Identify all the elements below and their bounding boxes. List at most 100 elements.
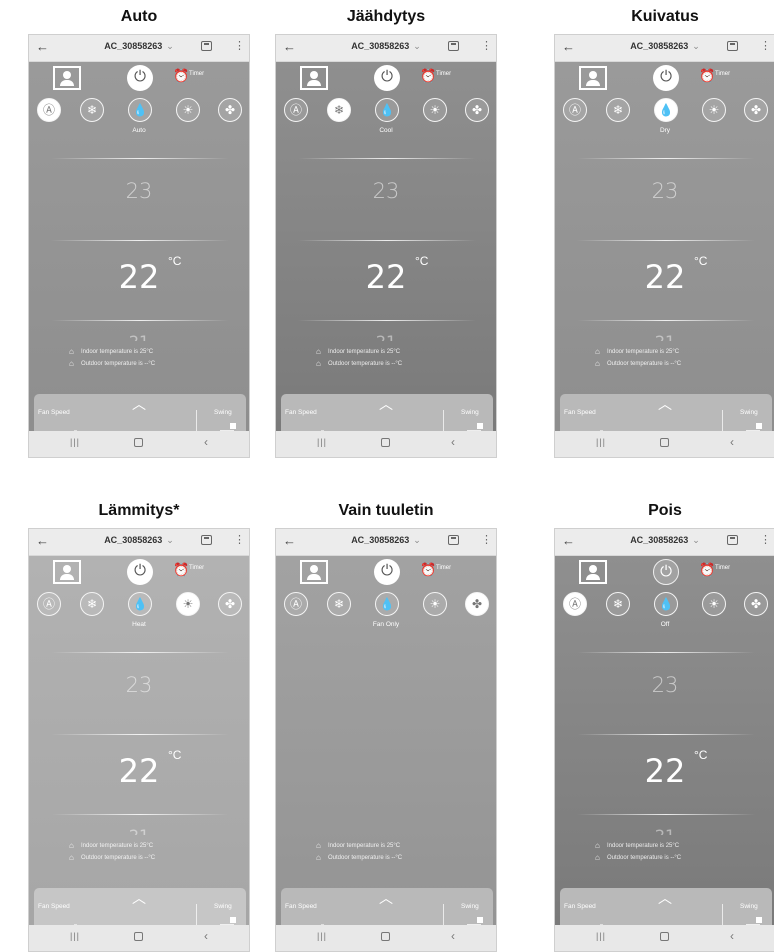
heat-sun-icon[interactable]: ☀ [423, 592, 447, 616]
more-menu-icon[interactable]: ⋮ [481, 39, 492, 52]
nav-back-icon[interactable]: ‹ [204, 435, 208, 449]
device-selector[interactable]: AC_30858263 ⌄ [29, 535, 249, 546]
dry-droplet-icon[interactable]: 💧 [654, 592, 678, 616]
auto-mode-icon[interactable]: Ⓐ [284, 592, 308, 616]
chevron-up-icon[interactable]: ︿ [658, 394, 672, 414]
dry-droplet-icon[interactable]: 💧 [375, 592, 399, 616]
auto-mode-icon[interactable]: Ⓐ [563, 98, 587, 122]
cool-snowflake-icon[interactable]: ❄ [327, 98, 351, 122]
schedule-icon[interactable] [448, 41, 459, 51]
user-profile-icon[interactable] [579, 560, 607, 584]
temp-lower[interactable]: 21 [276, 332, 496, 341]
home-icon[interactable] [381, 438, 390, 447]
more-menu-icon[interactable]: ⋮ [760, 533, 771, 546]
nav-back-icon[interactable]: ‹ [730, 929, 734, 943]
home-icon[interactable] [660, 438, 669, 447]
recent-apps-icon[interactable]: ||| [70, 437, 80, 447]
timer-label[interactable]: Timer [436, 71, 451, 77]
cool-snowflake-icon[interactable]: ❄ [327, 592, 351, 616]
fan-icon[interactable]: ✤ [218, 592, 242, 616]
heat-sun-icon[interactable]: ☀ [702, 98, 726, 122]
user-profile-icon[interactable] [300, 66, 328, 90]
recent-apps-icon[interactable]: ||| [596, 931, 606, 941]
temp-upper[interactable]: 23 [555, 673, 774, 697]
alarm-clock-icon[interactable]: ⏰ [173, 68, 189, 84]
user-profile-icon[interactable] [579, 66, 607, 90]
user-profile-icon[interactable] [300, 560, 328, 584]
chevron-up-icon[interactable]: ︿ [132, 888, 146, 908]
schedule-icon[interactable] [727, 41, 738, 51]
alarm-clock-icon[interactable]: ⏰ [420, 68, 436, 84]
heat-sun-icon[interactable]: ☀ [702, 592, 726, 616]
home-icon[interactable] [381, 932, 390, 941]
temp-lower[interactable]: 21 [29, 332, 249, 341]
fan-icon[interactable]: ✤ [744, 98, 768, 122]
more-menu-icon[interactable]: ⋮ [234, 533, 245, 546]
nav-back-icon[interactable]: ‹ [730, 435, 734, 449]
power-button[interactable]: ⏻ [127, 65, 153, 91]
timer-label[interactable]: Timer [436, 565, 451, 571]
auto-mode-icon[interactable]: Ⓐ [563, 592, 587, 616]
device-selector[interactable]: AC_30858263 ⌄ [276, 535, 496, 546]
dry-droplet-icon[interactable]: 💧 [128, 98, 152, 122]
power-button[interactable]: ⏻ [653, 65, 679, 91]
device-selector[interactable]: AC_30858263 ⌄ [555, 41, 774, 52]
nav-back-icon[interactable]: ‹ [451, 435, 455, 449]
temp-lower[interactable]: 21 [555, 826, 774, 835]
chevron-up-icon[interactable]: ︿ [379, 888, 393, 908]
fan-icon[interactable]: ✤ [218, 98, 242, 122]
auto-mode-icon[interactable]: Ⓐ [37, 592, 61, 616]
heat-sun-icon[interactable]: ☀ [176, 592, 200, 616]
dry-droplet-icon[interactable]: 💧 [375, 98, 399, 122]
chevron-up-icon[interactable]: ︿ [379, 394, 393, 414]
recent-apps-icon[interactable]: ||| [70, 931, 80, 941]
home-icon[interactable] [134, 932, 143, 941]
auto-mode-icon[interactable]: Ⓐ [37, 98, 61, 122]
auto-mode-icon[interactable]: Ⓐ [284, 98, 308, 122]
fan-icon[interactable]: ✤ [465, 592, 489, 616]
timer-label[interactable]: Timer [189, 565, 204, 571]
nav-back-icon[interactable]: ‹ [451, 929, 455, 943]
device-selector[interactable]: AC_30858263 ⌄ [555, 535, 774, 546]
temp-upper[interactable]: 23 [276, 179, 496, 203]
alarm-clock-icon[interactable]: ⏰ [699, 68, 715, 84]
recent-apps-icon[interactable]: ||| [317, 931, 327, 941]
schedule-icon[interactable] [727, 535, 738, 545]
schedule-icon[interactable] [201, 41, 212, 51]
schedule-icon[interactable] [201, 535, 212, 545]
dry-droplet-icon[interactable]: 💧 [128, 592, 152, 616]
temp-upper[interactable]: 23 [29, 673, 249, 697]
chevron-up-icon[interactable]: ︿ [132, 394, 146, 414]
home-icon[interactable] [660, 932, 669, 941]
fan-icon[interactable]: ✤ [465, 98, 489, 122]
device-selector[interactable]: AC_30858263 ⌄ [29, 41, 249, 52]
user-profile-icon[interactable] [53, 66, 81, 90]
home-icon[interactable] [134, 438, 143, 447]
more-menu-icon[interactable]: ⋮ [760, 39, 771, 52]
fan-icon[interactable]: ✤ [744, 592, 768, 616]
power-button[interactable]: ⏻ [374, 65, 400, 91]
chevron-up-icon[interactable]: ︿ [658, 888, 672, 908]
alarm-clock-icon[interactable]: ⏰ [420, 562, 436, 578]
timer-label[interactable]: Timer [715, 71, 730, 77]
heat-sun-icon[interactable]: ☀ [176, 98, 200, 122]
device-selector[interactable]: AC_30858263 ⌄ [276, 41, 496, 52]
timer-label[interactable]: Timer [715, 565, 730, 571]
schedule-icon[interactable] [448, 535, 459, 545]
timer-label[interactable]: Timer [189, 71, 204, 77]
temp-upper[interactable]: 23 [555, 179, 774, 203]
temp-lower[interactable]: 21 [29, 826, 249, 835]
alarm-clock-icon[interactable]: ⏰ [173, 562, 189, 578]
power-button[interactable]: ⏻ [127, 559, 153, 585]
user-profile-icon[interactable] [53, 560, 81, 584]
nav-back-icon[interactable]: ‹ [204, 929, 208, 943]
cool-snowflake-icon[interactable]: ❄ [80, 592, 104, 616]
dry-droplet-icon[interactable]: 💧 [654, 98, 678, 122]
recent-apps-icon[interactable]: ||| [596, 437, 606, 447]
cool-snowflake-icon[interactable]: ❄ [606, 98, 630, 122]
power-button[interactable]: ⏻ [653, 559, 679, 585]
cool-snowflake-icon[interactable]: ❄ [606, 592, 630, 616]
heat-sun-icon[interactable]: ☀ [423, 98, 447, 122]
recent-apps-icon[interactable]: ||| [317, 437, 327, 447]
cool-snowflake-icon[interactable]: ❄ [80, 98, 104, 122]
